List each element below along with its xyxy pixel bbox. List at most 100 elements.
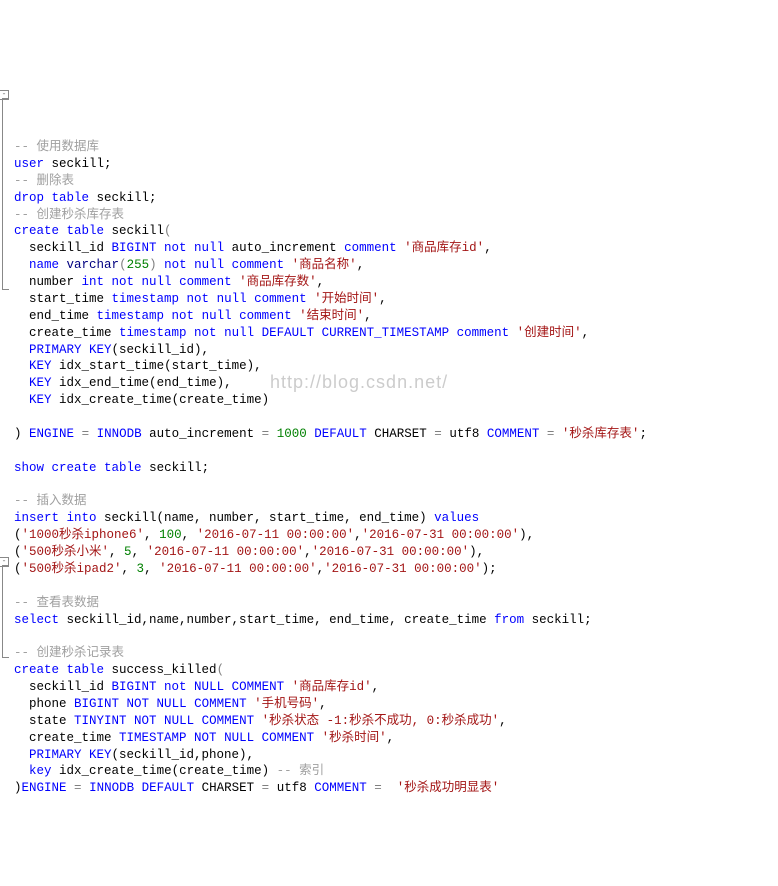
keyword: create table: [52, 461, 142, 475]
paren: ): [14, 781, 22, 795]
keyword: auto_increment: [149, 427, 254, 441]
comment: -- 使用数据库: [14, 140, 99, 154]
op: =: [262, 781, 270, 795]
keyword: PRIMARY KEY: [29, 748, 112, 762]
keyword: INNODB: [97, 427, 142, 441]
paren: ): [14, 427, 22, 441]
string: '手机号码': [254, 697, 319, 711]
string: '创建时间': [517, 326, 582, 340]
keyword: name: [29, 258, 59, 272]
keyword: user: [14, 157, 44, 171]
comment: -- 删除表: [14, 174, 74, 188]
op: =: [434, 427, 442, 441]
string: '2016-07-31 00:00:00': [312, 545, 470, 559]
column: seckill_id: [29, 241, 104, 255]
keyword: PRIMARY KEY: [29, 343, 112, 357]
op: =: [262, 427, 270, 441]
string: '2016-07-11 00:00:00': [159, 562, 317, 576]
keyword: comment: [344, 241, 397, 255]
number: 5: [124, 545, 132, 559]
sql-code: -- 使用数据库 user seckill; -- 删除表 drop table…: [4, 139, 774, 797]
keyword: KEY: [29, 359, 52, 373]
identifier: idx_create_time(create_time): [59, 393, 269, 407]
identifier: (seckill_id),: [112, 343, 210, 357]
identifier: seckill;: [52, 157, 112, 171]
column: end_time: [29, 309, 89, 323]
string: '2016-07-31 00:00:00': [324, 562, 482, 576]
identifier: idx_start_time(start_time),: [59, 359, 262, 373]
keyword: show: [14, 461, 44, 475]
keyword: auto_increment: [232, 241, 337, 255]
keyword: TIMESTAMP NOT NULL COMMENT: [119, 731, 314, 745]
string: '500秒杀小米': [22, 545, 110, 559]
identifier: seckill_id,name,number,start_time, end_t…: [67, 613, 487, 627]
string: '商品库存id': [404, 241, 484, 255]
keyword: TINYINT NOT NULL COMMENT: [74, 714, 254, 728]
keyword: timestamp not null comment: [112, 292, 307, 306]
column: number: [29, 275, 74, 289]
string: '秒杀库存表': [562, 427, 640, 441]
keyword: select: [14, 613, 59, 627]
identifier: seckill(name, number, start_time, end_ti…: [104, 511, 427, 525]
number: 255: [127, 258, 150, 272]
string: '秒杀成功明显表': [397, 781, 500, 795]
keyword: insert into: [14, 511, 97, 525]
keyword: ENGINE: [29, 427, 74, 441]
identifier: seckill;: [97, 191, 157, 205]
comment: -- 创建秒杀库存表: [14, 208, 124, 222]
string: '商品名称': [292, 258, 357, 272]
comment: -- 查看表数据: [14, 596, 99, 610]
keyword: DEFAULT: [314, 427, 367, 441]
op: =: [82, 427, 90, 441]
string: '结束时间': [299, 309, 364, 323]
keyword: not null comment: [164, 258, 284, 272]
identifier: seckill: [112, 224, 165, 238]
identifier: CHARSET: [202, 781, 255, 795]
op: =: [374, 781, 382, 795]
keyword: BIGINT not NULL COMMENT: [112, 680, 285, 694]
string: '1000秒杀iphone6': [22, 528, 145, 542]
keyword: create table: [14, 663, 104, 677]
column: create_time: [29, 731, 112, 745]
keyword: COMMENT: [314, 781, 367, 795]
identifier: idx_create_time(create_time): [59, 764, 269, 778]
keyword: KEY: [29, 376, 52, 390]
string: '2016-07-31 00:00:00': [362, 528, 520, 542]
keyword: from: [494, 613, 524, 627]
column: create_time: [29, 326, 112, 340]
keyword: ENGINE: [22, 781, 67, 795]
op: =: [74, 781, 82, 795]
keyword: COMMENT: [487, 427, 540, 441]
keyword: int not null comment: [82, 275, 232, 289]
identifier: success_killed: [112, 663, 217, 677]
identifier: (seckill_id,phone),: [112, 748, 255, 762]
keyword: timestamp not null comment: [97, 309, 292, 323]
string: '商品库存id': [292, 680, 372, 694]
keyword: values: [434, 511, 479, 525]
string: '2016-07-11 00:00:00': [147, 545, 305, 559]
comment: -- 插入数据: [14, 494, 87, 508]
identifier: CHARSET: [374, 427, 427, 441]
identifier: seckill;: [149, 461, 209, 475]
number: 1000: [277, 427, 307, 441]
string: '开始时间': [314, 292, 379, 306]
fold-marker[interactable]: -: [0, 90, 9, 100]
identifier: seckill;: [532, 613, 592, 627]
column: start_time: [29, 292, 104, 306]
column: phone: [29, 697, 67, 711]
string: '2016-07-11 00:00:00': [197, 528, 355, 542]
datatype: varchar: [67, 258, 120, 272]
identifier: utf8: [449, 427, 479, 441]
string: '商品库存数': [239, 275, 317, 289]
keyword: KEY: [29, 393, 52, 407]
column: state: [29, 714, 67, 728]
column: seckill_id: [29, 680, 104, 694]
keyword: create table: [14, 224, 104, 238]
keyword: drop table: [14, 191, 89, 205]
identifier: utf8: [277, 781, 307, 795]
string: '500秒杀ipad2': [22, 562, 122, 576]
comment: -- 索引: [277, 764, 325, 778]
number: 100: [159, 528, 182, 542]
identifier: idx_end_time(end_time),: [59, 376, 232, 390]
comment: -- 创建秒杀记录表: [14, 646, 124, 660]
